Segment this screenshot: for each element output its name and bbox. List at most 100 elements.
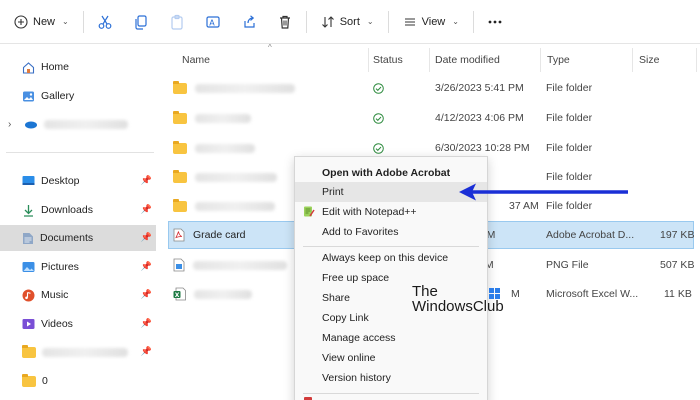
videos-icon [22,319,35,329]
column-header-name[interactable]: Name [182,46,210,74]
column-header-label: Size [639,54,660,66]
sidebar-item-label: Gallery [41,90,75,102]
table-row[interactable]: 4/12/2023 4:06 PM File folder [168,104,694,132]
sidebar-item-label: Pictures [41,261,79,273]
menu-item-always-keep[interactable]: Always keep on this device [295,248,487,268]
menu-separator [303,393,479,394]
paste-button[interactable] [162,7,192,37]
copy-button[interactable] [126,7,156,37]
new-label: New [33,15,56,28]
pin-icon: 📌 [140,346,152,356]
date-cell: 3/26/2023 5:41 PM [435,82,524,94]
menu-item-edit-notepad[interactable]: Edit with Notepad++ [295,202,487,222]
sidebar-item-music[interactable]: Music 📌 [0,282,156,308]
more-options-button[interactable] [480,7,510,37]
music-icon [22,289,35,301]
rename-icon: A [206,15,220,28]
file-name: Grade card [193,229,246,241]
view-button[interactable]: View ⌄ [395,7,467,37]
delete-icon [279,15,290,29]
menu-item-label: Version history [322,372,391,384]
sidebar-item-label: Desktop [41,175,80,187]
sync-check-icon [373,142,384,154]
type-cell: File folder [546,142,593,154]
pin-icon: 📌 [140,289,152,299]
sidebar-item-documents[interactable]: Documents 📌 [0,225,156,251]
sidebar-item-home[interactable]: Home [0,54,156,80]
redacted-name [195,201,275,211]
date-cell: M [511,288,520,300]
menu-item-version-history[interactable]: Version history [295,368,487,388]
column-header-label: Date modified [435,54,500,66]
redacted-name [194,289,252,299]
menu-item-label: Copy Link [322,312,369,324]
menu-separator [303,246,479,247]
menu-item-view-online[interactable]: View online [295,348,487,368]
folder-icon [173,110,187,124]
divider [6,152,154,153]
menu-item-label: View online [322,352,376,364]
sidebar-item-label: Downloads [41,204,93,216]
gallery-icon [23,91,34,101]
redacted-name [193,260,287,270]
folder-icon [173,198,187,212]
type-cell: File folder [546,82,593,94]
redacted-name [195,83,295,93]
documents-icon [23,232,33,244]
chevron-down-icon: ⌄ [62,17,69,26]
divider [82,10,84,33]
type-cell: Microsoft Excel W... [546,288,639,300]
column-header-date[interactable]: Date modified [435,46,500,74]
folder-icon [173,80,187,94]
new-button[interactable]: New ⌄ [6,7,77,37]
column-header-type[interactable]: Type [547,46,570,74]
sidebar-item-folder-0[interactable]: 0 [0,368,156,394]
cut-button[interactable] [90,7,120,37]
pin-icon: 📌 [140,318,152,328]
folder-icon [22,344,36,358]
column-header-label: Name [182,54,211,66]
column-divider[interactable] [368,48,369,72]
plus-icon [14,14,28,29]
folder-icon [173,169,187,183]
sidebar-item-downloads[interactable]: Downloads 📌 [0,197,156,223]
view-label: View [421,15,446,28]
column-header-status[interactable]: Status [373,46,403,74]
column-divider[interactable] [696,48,697,72]
menu-item-manage-access[interactable]: Manage access [295,328,487,348]
sort-button[interactable]: Sort ⌄ [313,7,382,37]
column-divider[interactable] [429,48,430,72]
cut-icon [98,15,112,29]
type-cell: Adobe Acrobat D... [546,229,635,241]
pin-icon: 📌 [140,175,152,185]
pin-icon: 📌 [140,232,152,242]
windows-logo-icon [489,288,500,299]
menu-item-add-favorites[interactable]: Add to Favorites [295,222,487,242]
column-header-label: Type [547,54,570,66]
sidebar-item-videos[interactable]: Videos 📌 [0,311,156,337]
sidebar-item-label: Documents [40,232,94,244]
rename-button[interactable]: A [198,7,228,37]
annotation-arrow-icon [459,183,628,201]
type-cell: PNG File [546,259,589,271]
column-header-size[interactable]: Size [639,46,659,74]
share-button[interactable] [234,7,264,37]
cloud-icon [25,121,37,129]
sidebar-item-folder[interactable]: 📌 [0,339,156,365]
view-icon [404,17,415,26]
sidebar-item-gallery[interactable]: Gallery [0,83,156,109]
column-divider[interactable] [540,48,541,72]
column-divider[interactable] [632,48,633,72]
sidebar-item-onedrive[interactable]: › [0,111,156,137]
redacted-label [44,119,128,129]
table-row[interactable]: 3/26/2023 5:41 PM File folder [168,74,694,102]
sidebar-item-pictures[interactable]: Pictures 📌 [0,254,156,280]
svg-text:A: A [209,18,215,27]
navigation-pane: Home Gallery › Desktop 📌 Downloads 📌 Doc… [0,46,160,400]
menu-item-open-with-acrobat[interactable]: Open with Adobe Acrobat [295,163,487,183]
command-bar: New ⌄ A Sort ⌄ View ⌄ [0,0,700,44]
delete-button[interactable] [270,7,300,37]
sidebar-item-label: Home [41,61,70,73]
sidebar-item-label: 0 [42,375,48,387]
sidebar-item-desktop[interactable]: Desktop 📌 [0,168,156,194]
